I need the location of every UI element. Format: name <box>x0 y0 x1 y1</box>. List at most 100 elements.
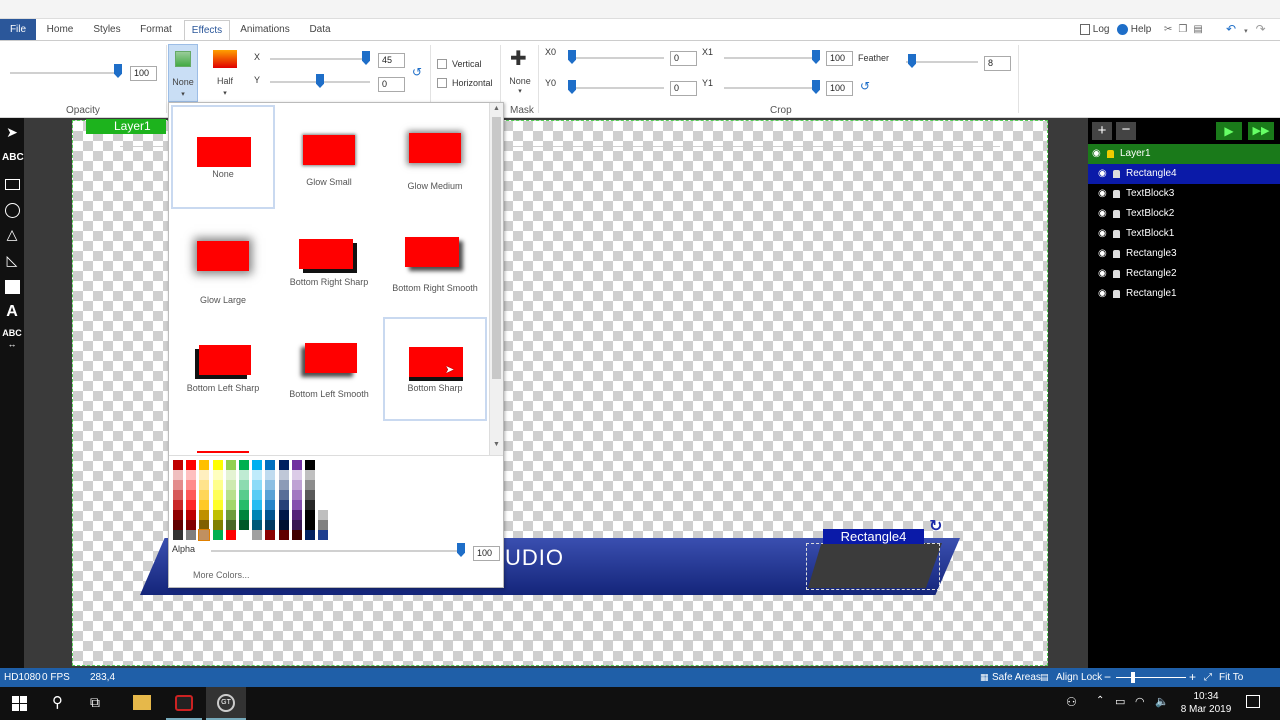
color-swatch[interactable] <box>225 500 236 510</box>
remove-layer-button[interactable]: − <box>1116 122 1136 140</box>
color-swatch[interactable] <box>305 520 315 530</box>
color-swatch[interactable] <box>318 530 329 540</box>
color-swatch[interactable] <box>278 460 289 470</box>
color-swatch[interactable] <box>252 530 263 540</box>
color-swatch[interactable] <box>239 490 249 500</box>
color-swatch[interactable] <box>278 530 289 540</box>
log-button[interactable]: Log <box>1080 19 1109 40</box>
shadow-none-button[interactable]: None ▾ <box>168 44 198 102</box>
color-swatch[interactable] <box>265 470 276 480</box>
color-swatch[interactable] <box>278 500 289 510</box>
alpha-value[interactable]: 100 <box>473 546 500 561</box>
color-swatch[interactable] <box>186 520 197 530</box>
color-swatch[interactable] <box>278 480 289 490</box>
color-swatch[interactable] <box>199 490 210 500</box>
reset-icon[interactable]: ↺ <box>860 79 870 93</box>
scroll-thumb[interactable] <box>492 117 501 379</box>
y0-slider[interactable] <box>568 87 664 89</box>
color-swatch[interactable] <box>186 480 197 490</box>
redo-icon[interactable]: ↷ <box>1256 22 1274 36</box>
color-swatch[interactable] <box>265 520 276 530</box>
effect-glow-small[interactable]: Glow Small <box>277 105 381 209</box>
color-swatch[interactable] <box>212 520 223 530</box>
x0-value[interactable]: 0 <box>670 51 697 66</box>
effect-bottom-right-smooth[interactable]: Bottom Right Smooth <box>383 215 487 319</box>
notifications-icon[interactable] <box>1246 695 1260 708</box>
color-swatch[interactable] <box>265 490 276 500</box>
color-swatch[interactable] <box>173 500 183 510</box>
reset-icon[interactable]: ↺ <box>412 65 422 79</box>
x1-value[interactable]: 100 <box>826 51 853 66</box>
layer-row-rectangle4[interactable]: ◉ Rectangle4 <box>1088 164 1280 184</box>
color-swatch[interactable] <box>173 520 183 530</box>
color-swatch[interactable] <box>252 480 263 490</box>
color-swatch[interactable] <box>291 500 302 510</box>
x-slider[interactable] <box>270 58 370 60</box>
ellipse-tool-icon[interactable] <box>2 200 22 220</box>
color-swatch[interactable] <box>305 510 315 520</box>
safe-areas-toggle[interactable]: Safe Areas <box>992 668 1041 687</box>
color-swatch[interactable] <box>212 530 223 540</box>
eye-icon[interactable]: ◉ <box>1098 229 1108 239</box>
color-swatch[interactable] <box>186 460 197 470</box>
color-swatch[interactable] <box>291 490 302 500</box>
color-swatch[interactable] <box>239 480 249 490</box>
y0-value[interactable]: 0 <box>670 81 697 96</box>
eye-icon[interactable]: ◉ <box>1098 289 1108 299</box>
color-swatch[interactable] <box>252 500 263 510</box>
layer-row-rectangle3[interactable]: ◉ Rectangle3 <box>1088 244 1280 264</box>
color-swatch[interactable] <box>212 500 223 510</box>
scroll-down-icon[interactable]: ▼ <box>493 441 500 448</box>
color-swatch[interactable] <box>173 470 183 480</box>
color-swatch[interactable] <box>318 520 329 530</box>
wifi-icon[interactable]: ◠ <box>1135 695 1145 708</box>
effect-bottom-right-sharp[interactable]: Bottom Right Sharp <box>277 215 381 319</box>
undo-icon[interactable]: ↶ <box>1226 22 1244 36</box>
color-swatch[interactable] <box>225 480 236 490</box>
search-icon[interactable]: ⚲ <box>52 693 63 711</box>
color-swatch[interactable] <box>278 510 289 520</box>
color-swatch[interactable] <box>225 470 236 480</box>
color-swatch[interactable] <box>265 530 276 540</box>
x1-slider[interactable] <box>724 57 820 59</box>
alpha-slider[interactable] <box>211 550 461 552</box>
triangle-tool-icon[interactable]: △ <box>2 224 22 244</box>
color-swatch[interactable] <box>225 520 236 530</box>
image-tool-icon[interactable] <box>2 276 22 296</box>
color-swatch[interactable] <box>173 530 183 540</box>
color-swatch[interactable] <box>318 510 329 520</box>
lock-icon[interactable] <box>1113 170 1120 178</box>
color-swatch[interactable] <box>305 460 315 470</box>
opacity-slider-thumb[interactable] <box>114 64 122 78</box>
effect-bottom-sharp[interactable]: Bottom Sharp ➤ <box>383 317 487 421</box>
eye-icon[interactable]: ◉ <box>1098 169 1108 179</box>
add-layer-button[interactable]: + <box>1092 122 1112 140</box>
color-swatch[interactable] <box>212 470 223 480</box>
recorder-app-icon[interactable] <box>166 687 202 720</box>
x-value[interactable]: 45 <box>378 53 405 68</box>
lock-icon[interactable] <box>1113 230 1120 238</box>
text-width-tool-icon[interactable]: ABC ↔ <box>2 328 22 349</box>
x0-slider[interactable] <box>568 57 664 59</box>
layer-row-rectangle1[interactable]: ◉ Rectangle1 <box>1088 284 1280 304</box>
layer-row-textblock3[interactable]: ◉ TextBlock3 <box>1088 184 1280 204</box>
color-swatch[interactable] <box>239 470 249 480</box>
task-view-icon[interactable]: ⧉ <box>90 694 100 711</box>
color-swatch[interactable] <box>186 490 197 500</box>
color-swatch[interactable] <box>278 490 289 500</box>
color-swatch[interactable] <box>291 470 302 480</box>
scroll-up-icon[interactable]: ▲ <box>493 105 500 112</box>
color-swatch[interactable] <box>239 500 249 510</box>
undo-redo[interactable]: ↶▾↷ <box>1226 19 1274 40</box>
color-swatch[interactable] <box>239 510 249 520</box>
color-swatch[interactable] <box>291 510 302 520</box>
color-swatch[interactable] <box>199 520 210 530</box>
lock-icon[interactable] <box>1113 190 1120 198</box>
color-swatch[interactable] <box>278 520 289 530</box>
effects-scrollbar[interactable]: ▲ ▼ <box>489 103 503 455</box>
color-swatch[interactable] <box>186 510 197 520</box>
color-swatch[interactable] <box>278 470 289 480</box>
more-colors-link[interactable]: More Colors... <box>193 570 250 580</box>
color-swatch[interactable] <box>239 460 249 470</box>
y1-slider[interactable] <box>724 87 820 89</box>
